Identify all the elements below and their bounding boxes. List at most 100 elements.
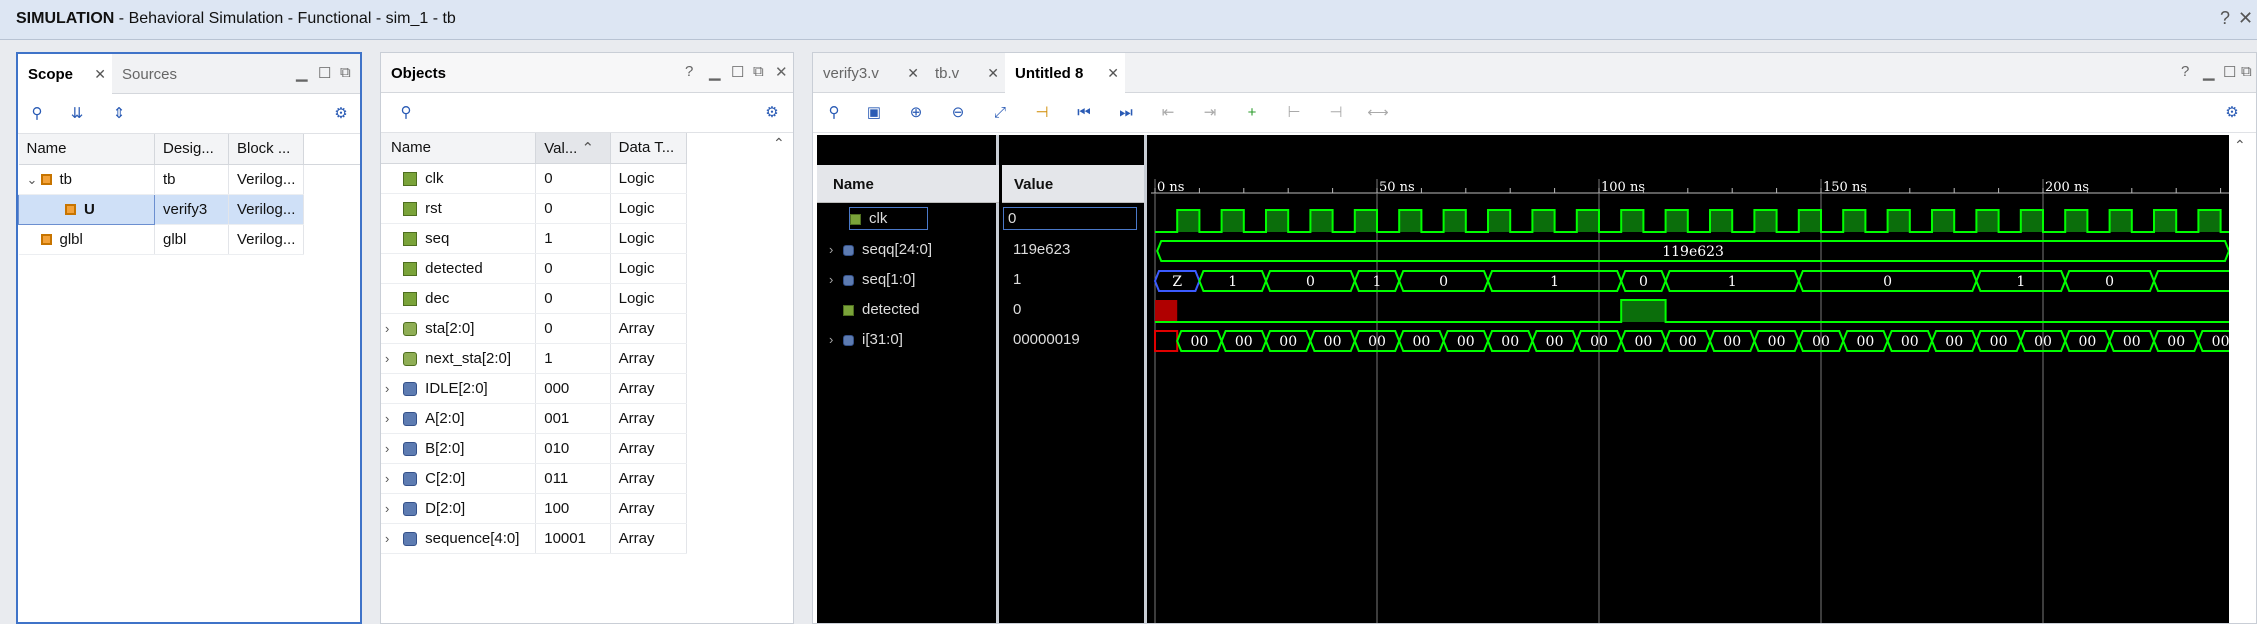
maximize-icon[interactable]: ☐ <box>318 64 331 82</box>
column-header[interactable]: Name <box>18 134 155 165</box>
wave-signal-name[interactable]: › i[31:0] <box>829 331 903 348</box>
scope-design: glbl <box>154 224 229 255</box>
next-marker-icon[interactable]: ⊣ <box>1325 103 1347 123</box>
table-row[interactable]: › D[2:0] 100 Array <box>381 493 688 524</box>
objects-table: Name Val... ⌃ Data T... clk 0 Logic rst 0 Lo… <box>381 133 688 554</box>
table-row[interactable]: U verify3 Verilog... <box>18 193 360 225</box>
expand-icon[interactable]: › <box>385 441 399 456</box>
wave-signal-name[interactable]: clk <box>849 207 929 230</box>
expand-icon[interactable]: › <box>385 351 399 366</box>
column-header[interactable]: Desig... <box>154 134 229 165</box>
expand-icon[interactable]: › <box>829 332 843 347</box>
tab-sources[interactable]: Sources <box>112 54 187 94</box>
close-tab-icon[interactable]: ✕ <box>907 65 919 82</box>
previous-transition-icon[interactable]: ⇤ <box>1157 103 1179 123</box>
zoom-out-icon[interactable]: ⊖ <box>947 103 969 123</box>
table-row[interactable]: › IDLE[2:0] 000 Array <box>381 373 688 404</box>
gear-icon[interactable]: ⚙ <box>330 104 352 124</box>
table-row[interactable]: dec 0 Logic <box>381 283 688 314</box>
close-tab-icon[interactable]: ✕ <box>94 66 106 83</box>
save-icon[interactable]: ▣ <box>863 103 885 123</box>
table-row[interactable]: seq 1 Logic <box>381 223 688 254</box>
maximize-icon[interactable]: ☐ <box>731 63 744 81</box>
search-icon[interactable]: ⚲ <box>823 103 845 123</box>
signal-icon <box>403 531 418 546</box>
waveform-canvas[interactable]: 0 ns 50 ns 100 ns 150 ns 200 ns 119e623 Z 1 0 1 0 1… <box>1151 135 2229 624</box>
scroll-up-icon[interactable]: ⌃ <box>773 135 785 152</box>
swap-cursors-icon[interactable]: ⟷ <box>1367 103 1389 123</box>
scroll-up-icon[interactable]: ⌃ <box>2234 137 2246 154</box>
table-row[interactable]: › B[2:0] 010 Array <box>381 433 688 464</box>
wave-signal-name[interactable]: › seq[1:0] <box>829 271 915 288</box>
expand-icon[interactable]: › <box>385 501 399 516</box>
expand-icon[interactable]: › <box>385 531 399 546</box>
expand-icon[interactable]: › <box>829 272 843 287</box>
expand-all-icon[interactable]: ⇕ <box>108 104 130 124</box>
minimize-icon[interactable]: ▁ <box>2203 63 2215 81</box>
expand-icon[interactable]: › <box>385 321 399 336</box>
zoom-in-icon[interactable]: ⊕ <box>905 103 927 123</box>
column-header[interactable]: Val... ⌃ <box>535 133 611 164</box>
add-marker-icon[interactable]: + <box>1241 103 1263 123</box>
tab-scope[interactable]: Scope ✕ <box>18 54 112 95</box>
gear-icon[interactable]: ⚙ <box>2221 103 2243 123</box>
table-row[interactable]: › sequence[4:0] 10001 Array <box>381 523 688 554</box>
help-icon[interactable]: ? <box>685 63 693 80</box>
help-button[interactable]: ? <box>2220 8 2230 29</box>
float-icon[interactable]: ⧉ <box>340 64 351 81</box>
next-transition-icon[interactable]: ⇥ <box>1199 103 1221 123</box>
table-row[interactable]: ⌄ tb tb Verilog... <box>18 164 361 195</box>
name-header[interactable]: Name <box>817 165 999 203</box>
go-to-end-icon[interactable]: ⏭ <box>1115 103 1137 123</box>
wave-signal-name[interactable]: › seqq[24:0] <box>829 241 932 258</box>
float-icon[interactable]: ⧉ <box>753 63 764 80</box>
table-row[interactable]: › C[2:0] 011 Array <box>381 463 688 494</box>
gear-icon[interactable]: ⚙ <box>761 103 783 123</box>
expand-icon[interactable]: › <box>385 471 399 486</box>
maximize-icon[interactable]: ☐ <box>2223 63 2236 81</box>
expand-icon[interactable]: › <box>385 411 399 426</box>
minimize-icon[interactable]: ▁ <box>709 63 721 81</box>
tab-verify3[interactable]: verify3.v ✕ <box>813 53 925 93</box>
objects-header: Objects ? ▁ ☐ ⧉ ✕ <box>381 53 793 93</box>
wave-signal-name[interactable]: detected <box>829 301 920 318</box>
search-icon[interactable]: ⚲ <box>26 104 48 124</box>
zoom-fit-icon[interactable]: ⤢ <box>989 103 1011 123</box>
i-label: 00 <box>1457 334 1475 350</box>
object-type: Array <box>610 343 688 374</box>
close-tab-icon[interactable]: ✕ <box>1107 65 1119 82</box>
tab-untitled-8[interactable]: Untitled 8 ✕ <box>1005 53 1125 94</box>
minimize-icon[interactable]: ▁ <box>296 64 308 82</box>
tab-tb[interactable]: tb.v ✕ <box>925 53 1005 93</box>
value-header[interactable]: Value <box>1002 165 1144 203</box>
close-icon[interactable]: ✕ <box>775 63 788 81</box>
tab-label: Untitled 8 <box>1015 65 1084 82</box>
go-to-start-icon[interactable]: ⏮ <box>1073 103 1095 123</box>
table-row[interactable]: › A[2:0] 001 Array <box>381 403 688 434</box>
table-row[interactable]: glbl glbl Verilog... <box>18 224 361 255</box>
table-row[interactable]: clk 0 Logic <box>381 163 688 194</box>
help-icon[interactable]: ? <box>2181 63 2189 80</box>
signal-name-label: i[31:0] <box>862 331 903 348</box>
table-row[interactable]: detected 0 Logic <box>381 253 688 284</box>
close-window-button[interactable]: ✕ <box>2238 8 2253 29</box>
chevron-down-icon[interactable]: ⌄ <box>27 172 41 188</box>
window-subtitle: - Behavioral Simulation - Functional - s… <box>114 10 456 27</box>
column-header[interactable]: Data T... <box>610 133 688 164</box>
editor-tabs: verify3.v ✕ tb.v ✕ Untitled 8 ✕ ? ▁ ☐ ⧉ <box>813 53 2256 94</box>
tab-label: tb.v <box>935 65 960 82</box>
object-name: A[2:0] <box>425 409 465 427</box>
goto-cursor-icon[interactable]: ⊣ <box>1031 103 1053 123</box>
expand-icon[interactable]: › <box>385 381 399 396</box>
table-row[interactable]: › next_sta[2:0] 1 Array <box>381 343 688 374</box>
column-header[interactable]: Name <box>381 133 537 164</box>
expand-icon[interactable]: › <box>829 242 843 257</box>
float-icon[interactable]: ⧉ <box>2241 63 2252 80</box>
table-row[interactable]: › sta[2:0] 0 Array <box>381 313 688 344</box>
close-tab-icon[interactable]: ✕ <box>987 65 999 82</box>
table-row[interactable]: rst 0 Logic <box>381 193 688 224</box>
column-header[interactable]: Block ... <box>228 134 305 165</box>
search-icon[interactable]: ⚲ <box>395 103 417 123</box>
previous-marker-icon[interactable]: ⊢ <box>1283 103 1305 123</box>
collapse-all-icon[interactable]: ⇊ <box>66 104 88 124</box>
